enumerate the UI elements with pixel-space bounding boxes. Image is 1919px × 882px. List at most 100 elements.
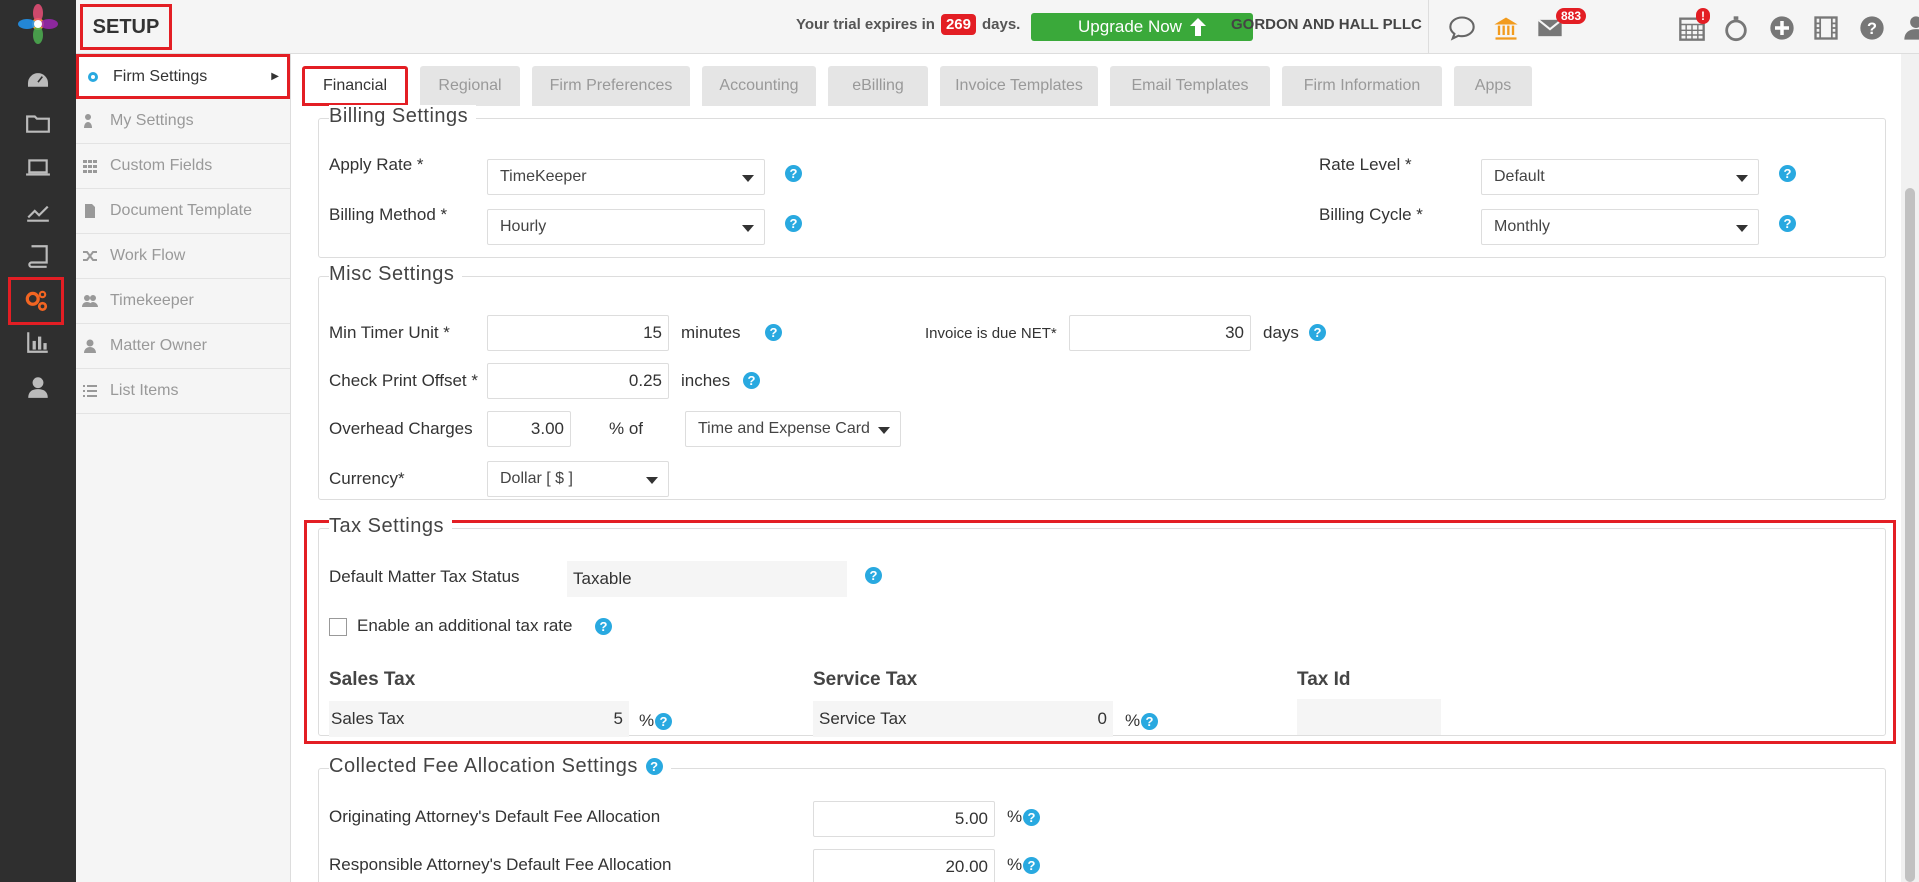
firm-name: GORDON AND HALL PLLC — [1231, 16, 1422, 33]
sidebar-item-custom-fields[interactable]: Custom Fields — [76, 144, 290, 189]
help-icon[interactable]: ? — [1023, 857, 1040, 874]
sidebar-item-document-template[interactable]: Document Template — [76, 189, 290, 234]
help-circle-icon[interactable]: ? — [1856, 12, 1888, 44]
originating-allocation-input[interactable]: 5.00 — [813, 801, 995, 837]
responsible-allocation-label: Responsible Attorney's Default Fee Alloc… — [329, 855, 672, 874]
arrow-up-icon — [1189, 18, 1206, 36]
tab-financial[interactable]: Financial — [302, 66, 408, 106]
sidebar-item-label: Document Template — [110, 202, 252, 219]
sidebar-item-matter-owner[interactable]: Matter Owner — [76, 324, 290, 369]
help-icon[interactable]: ? — [865, 567, 882, 584]
tab-ebilling[interactable]: eBilling — [828, 66, 928, 106]
tab-regional[interactable]: Regional — [420, 66, 520, 106]
film-icon[interactable] — [1810, 12, 1842, 44]
add-circle-icon[interactable] — [1766, 12, 1798, 44]
billing-method-select[interactable]: Hourly — [487, 209, 765, 245]
help-icon[interactable]: ? — [1309, 324, 1326, 341]
sidebar-item-work-flow[interactable]: Work Flow — [76, 234, 290, 279]
tab-apps[interactable]: Apps — [1454, 66, 1532, 106]
bar-chart-icon[interactable] — [10, 322, 66, 362]
sales-tax-rate[interactable]: 5 — [477, 701, 629, 737]
list-icon — [83, 385, 97, 397]
gear-icon — [88, 71, 98, 82]
stopwatch-icon[interactable] — [1720, 12, 1752, 44]
service-tax-rate[interactable]: 0 — [961, 701, 1113, 737]
rate-level-label: Rate Level * — [1319, 155, 1412, 174]
invoice-due-input[interactable]: 30 — [1069, 315, 1251, 351]
help-icon[interactable]: ? — [1779, 215, 1796, 232]
check-offset-input[interactable]: 0.25 — [487, 363, 669, 399]
chevron-down-icon — [878, 427, 890, 434]
overhead-input[interactable]: 3.00 — [487, 411, 571, 447]
overhead-basis-select[interactable]: Time and Expense Card — [685, 411, 901, 447]
currency-select[interactable]: Dollar [ $ ] — [487, 461, 669, 497]
section-title: Billing Settings — [329, 105, 477, 128]
section-title: Collected Fee Allocation Settings ? — [329, 755, 671, 778]
overhead-unit: % of — [609, 419, 644, 438]
sidebar-item-firm-settings[interactable]: Firm Settings ▶ — [76, 54, 290, 99]
caret-right-icon: ▶ — [271, 71, 279, 82]
app-logo[interactable] — [18, 4, 58, 44]
mail-icon[interactable]: 883 — [1534, 8, 1587, 44]
select-value: Default — [1494, 168, 1545, 185]
shuffle-icon — [83, 251, 97, 261]
rate-level-select[interactable]: Default — [1481, 159, 1759, 195]
help-icon[interactable]: ? — [785, 215, 802, 232]
invoice-due-unit: days — [1263, 323, 1299, 342]
sidebar-item-list-items[interactable]: List Items — [76, 369, 290, 414]
tab-accounting[interactable]: Accounting — [702, 66, 816, 106]
min-timer-input[interactable]: 15 — [487, 315, 669, 351]
app-rail — [0, 0, 76, 882]
trial-suffix: days. — [981, 16, 1021, 33]
settings-gears-icon[interactable] — [8, 277, 64, 325]
sidebar-item-label: Custom Fields — [110, 157, 213, 174]
help-icon[interactable]: ? — [1023, 809, 1040, 826]
tab-firm-preferences[interactable]: Firm Preferences — [532, 66, 690, 106]
sidebar-item-label: Matter Owner — [110, 337, 207, 354]
service-tax-percent: % — [1125, 711, 1141, 730]
tab-firm-information[interactable]: Firm Information — [1282, 66, 1442, 106]
trial-prefix: Your trial expires in — [796, 16, 935, 33]
min-timer-label: Min Timer Unit * — [329, 323, 450, 342]
chat-icon[interactable] — [1446, 12, 1478, 44]
dashboard-icon[interactable] — [10, 61, 66, 101]
mail-count-badge: 883 — [1556, 8, 1587, 24]
check-offset-unit: inches — [681, 371, 731, 390]
help-icon[interactable]: ? — [595, 618, 612, 635]
sidebar-item-timekeeper[interactable]: Timekeeper — [76, 279, 290, 324]
help-icon[interactable]: ? — [785, 165, 802, 182]
grid-icon — [83, 160, 97, 173]
user-icon[interactable] — [10, 367, 66, 407]
help-icon[interactable]: ? — [1141, 713, 1158, 730]
apply-rate-select[interactable]: TimeKeeper — [487, 159, 765, 195]
laptop-icon[interactable] — [10, 148, 66, 188]
help-icon[interactable]: ? — [743, 372, 760, 389]
help-icon[interactable]: ? — [655, 713, 672, 730]
tab-invoice-templates[interactable]: Invoice Templates — [940, 66, 1098, 106]
bank-icon[interactable] — [1490, 12, 1522, 44]
profile-icon[interactable] — [1900, 12, 1919, 44]
billing-cycle-label: Billing Cycle * — [1319, 205, 1423, 224]
book-icon[interactable] — [10, 236, 66, 276]
responsible-allocation-input[interactable]: 20.00 — [813, 849, 995, 882]
help-icon[interactable]: ? — [645, 758, 663, 775]
select-value: Monthly — [1494, 218, 1551, 235]
select-value: TimeKeeper — [500, 168, 587, 185]
sales-tax-heading: Sales Tax — [329, 669, 416, 690]
additional-tax-checkbox[interactable] — [329, 618, 347, 636]
collected-fee-section: Collected Fee Allocation Settings ? Orig… — [318, 755, 1886, 882]
tab-email-templates[interactable]: Email Templates — [1110, 66, 1270, 106]
help-icon[interactable]: ? — [1779, 165, 1796, 182]
line-chart-icon[interactable] — [10, 192, 66, 232]
billing-cycle-select[interactable]: Monthly — [1481, 209, 1759, 245]
scrollbar-thumb[interactable] — [1905, 188, 1915, 882]
vertical-scrollbar[interactable] — [1901, 54, 1919, 882]
tax-id-field[interactable] — [1297, 699, 1441, 735]
sidebar-item-my-settings[interactable]: My Settings — [76, 99, 290, 144]
help-icon[interactable]: ? — [765, 324, 782, 341]
upgrade-now-button[interactable]: Upgrade Now — [1031, 13, 1253, 41]
tax-id-heading: Tax Id — [1297, 669, 1351, 690]
users-icon — [82, 295, 98, 307]
calendar-icon[interactable]: ! — [1676, 8, 1710, 44]
folder-icon[interactable] — [10, 103, 66, 143]
